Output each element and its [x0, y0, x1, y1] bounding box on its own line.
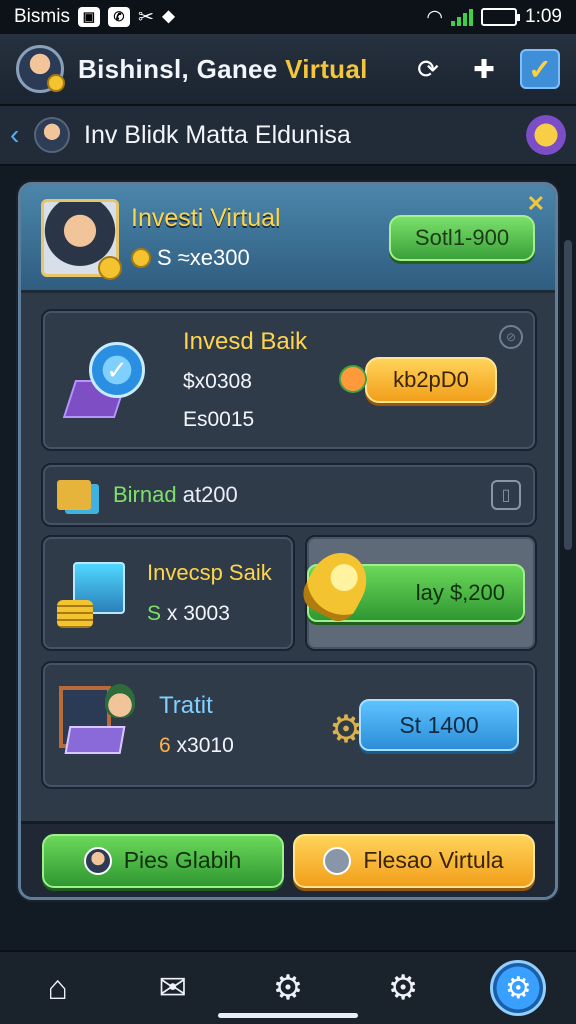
- card-title: Invesd Baik: [183, 328, 308, 355]
- panel-amount: S ≈xe300: [131, 245, 281, 271]
- gear-badge-icon[interactable]: ⚙: [260, 960, 316, 1016]
- back-icon[interactable]: ‹: [10, 119, 30, 151]
- card-line: 6 x3010: [159, 734, 234, 758]
- card-line: Es0015: [183, 408, 255, 431]
- gallery-icon: ▣: [77, 7, 100, 27]
- card-title: Invecsp Saik: [147, 560, 272, 585]
- checkbox-icon[interactable]: ✓: [520, 49, 560, 89]
- card-line: S x 3003: [147, 602, 272, 626]
- coin-icon: [98, 255, 122, 280]
- buy-button-label: lay $,200: [415, 580, 505, 605]
- checkbox-icon[interactable]: ▯: [491, 480, 521, 510]
- card-line-orange: 6: [159, 734, 171, 757]
- panel-title: Investi Virtual: [131, 204, 281, 232]
- signal-icon: [451, 8, 474, 26]
- invest-card: ✓ Invesd Baik $x0308 Es0015 kb2pD0 ⊘: [41, 309, 537, 451]
- coin-icon: [131, 248, 151, 268]
- home-icon[interactable]: ⌂: [30, 960, 86, 1016]
- gold-bars-icon: [57, 480, 91, 510]
- sub-title: Inv Blidk Matta Eldunisa: [84, 120, 351, 149]
- card-line-white: x 3003: [166, 602, 230, 625]
- close-icon[interactable]: ✕: [527, 191, 545, 217]
- investment-card: Invecsp Saik S x 3003: [41, 535, 295, 651]
- amount-prefix: S: [157, 245, 172, 270]
- status-bar: Bismis ▣ ✆ ✂ ⬥ ◠ 1:09: [0, 0, 576, 34]
- treasure-chest-icon: [55, 552, 137, 634]
- trade-button[interactable]: ⚙ St 1400: [329, 699, 519, 751]
- trade-card: Tratit 6 x3010 ⚙ St 1400: [41, 661, 537, 789]
- panel-header: Investi Virtual S ≈xe300 Sotl1-900 ✕: [21, 185, 555, 293]
- play-button-label: Pies Glabih: [123, 847, 242, 873]
- mail-icon[interactable]: ✉: [145, 960, 201, 1016]
- investor-portrait-icon: [41, 198, 122, 280]
- bonus-row[interactable]: Birnad at200 ▯: [41, 463, 537, 527]
- refresh-icon[interactable]: ⟳: [408, 49, 448, 89]
- app-title: Bishinsl, Ganee Virtual: [78, 54, 368, 85]
- shield-icon: ✓: [61, 334, 153, 426]
- virtual-button-label: Flesao Virtula: [363, 847, 504, 873]
- chat-icon: ✆: [107, 7, 130, 27]
- title-main: Bishinsl, Ganee: [78, 53, 278, 84]
- card-line-green: S: [147, 602, 162, 625]
- gear-icon: ⚙: [329, 709, 364, 751]
- panel-footer: Pies Glabih Flesao Virtula: [21, 821, 555, 897]
- settings-active-icon[interactable]: ⚙: [490, 960, 547, 1016]
- location-icon: ⬥: [161, 6, 176, 27]
- sub-navigation: ‹ Inv Blidk Matta Eldunisa: [0, 106, 576, 166]
- flashlight-icon: [296, 542, 378, 628]
- badge-icon[interactable]: [526, 115, 566, 155]
- battery-icon: [481, 8, 521, 26]
- card-line: $x0308: [183, 370, 252, 393]
- sell-button[interactable]: Sotl1-900: [389, 214, 535, 261]
- bonus-label-green: Birnad: [113, 482, 177, 507]
- main-panel: Investi Virtual S ≈xe300 Sotl1-900 ✕ ✓ I…: [18, 182, 558, 900]
- user-icon: [34, 117, 70, 153]
- user-icon: [83, 846, 112, 875]
- amount-value: ≈xe300: [177, 245, 250, 270]
- scrollbar[interactable]: [564, 240, 572, 550]
- buy-card: lay $,200: [296, 535, 537, 651]
- home-indicator: [218, 1013, 358, 1018]
- bonus-label-white: at200: [182, 482, 238, 507]
- bonus-label: Birnad at200: [113, 482, 238, 508]
- share-icon[interactable]: ✚: [464, 49, 504, 89]
- trade-button-label: St 1400: [399, 711, 479, 738]
- card-line-white: x3010: [176, 734, 234, 757]
- title-accent: Virtual: [285, 53, 368, 84]
- camera-icon: [323, 846, 352, 875]
- tab-bar: ⌂ ✉ ⚙ ⚙ ⚙: [0, 950, 576, 1024]
- settings-icon[interactable]: ⚙: [375, 960, 431, 1016]
- book-character-icon: [59, 680, 141, 770]
- buy-button[interactable]: lay $,200: [296, 542, 525, 628]
- card-title: Tratit: [159, 692, 213, 719]
- info-icon[interactable]: ⊘: [499, 325, 523, 349]
- avatar-icon[interactable]: [16, 45, 65, 93]
- wifi-icon: ◠: [426, 6, 444, 28]
- invest-button[interactable]: kb2pD0: [339, 357, 497, 403]
- play-button[interactable]: Pies Glabih: [41, 833, 284, 888]
- app-header: Bishinsl, Ganee Virtual ⟳ ✚ ✓: [0, 34, 576, 106]
- coin-icon: [47, 74, 65, 92]
- scissors-icon: ✂: [137, 6, 154, 28]
- carrier-label: Bismis: [14, 6, 70, 27]
- virtual-button[interactable]: Flesao Virtula: [292, 833, 535, 888]
- invest-button-label: kb2pD0: [393, 367, 469, 392]
- fruit-icon: [339, 365, 367, 393]
- clock: 1:09: [525, 6, 562, 27]
